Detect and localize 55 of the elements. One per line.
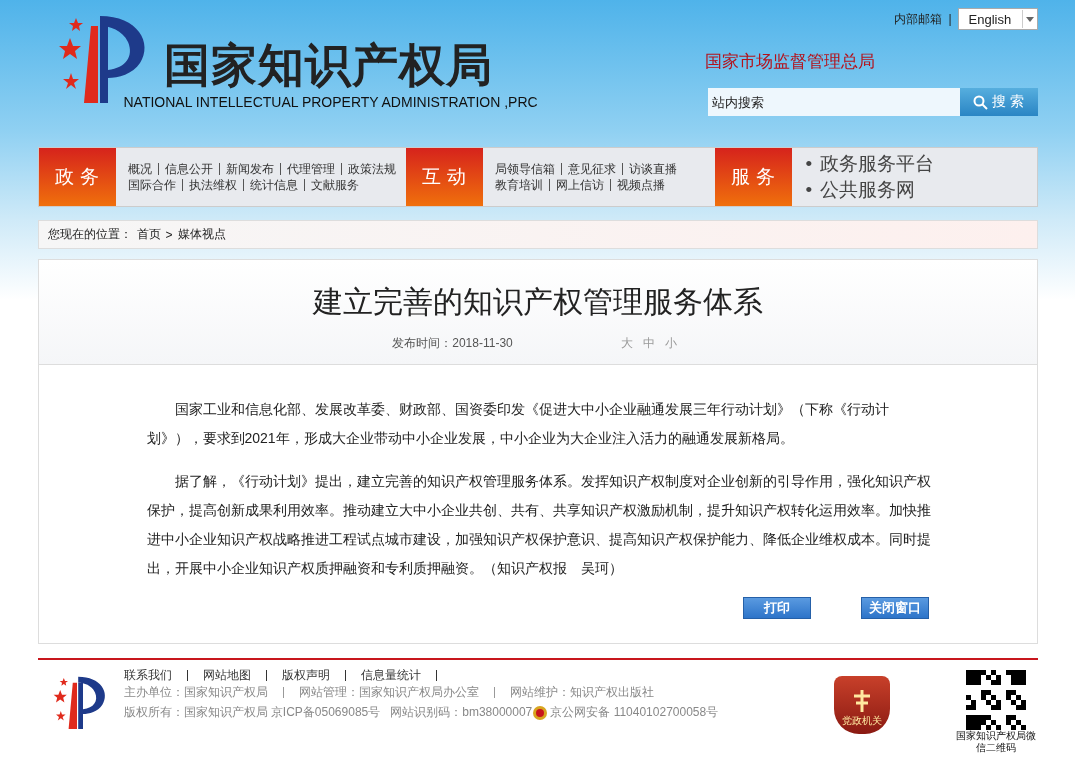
article-title: 建立完善的知识产权管理服务体系 bbox=[312, 283, 763, 321]
bullet-mark: • bbox=[805, 152, 813, 176]
nav-link[interactable]: 意见征求 bbox=[560, 163, 622, 175]
nav-section-tab[interactable]: 政 务 bbox=[38, 148, 116, 206]
nav-section-tab[interactable]: 服 务 bbox=[714, 148, 792, 206]
breadcrumb-link[interactable]: 首页 bbox=[136, 226, 161, 243]
nav-link[interactable]: 执法维权 bbox=[181, 179, 243, 191]
nav-link[interactable]: 网上信访 bbox=[548, 179, 610, 191]
article-paragraph: 国家工业和信息化部、发展改革委、财政部、国资委印发《促进大中小企业融通发展三年行动计划》（下称《行动计划》），要求到2021年，形成大企业带动中小企业发展，中小企业为大企业注入活力的融通发展新格局。 bbox=[146, 400, 890, 448]
party-government-badge[interactable]: 党政机关 bbox=[833, 676, 890, 734]
site-id-text: 网站识别码：bm38000007 bbox=[390, 704, 533, 721]
nav-link[interactable]: 视频点播 bbox=[609, 179, 671, 191]
caret-icon bbox=[1025, 16, 1034, 22]
parent-org-title: 国家市场监督管理总局 bbox=[704, 51, 875, 73]
nav-link[interactable]: 代理管理 bbox=[279, 163, 341, 175]
nav-link[interactable]: 国际合作 bbox=[127, 179, 182, 191]
language-dropdown[interactable]: English bbox=[957, 8, 1038, 30]
service-link[interactable]: 公共服务网 bbox=[820, 177, 916, 203]
nav-link[interactable]: 统计信息 bbox=[242, 179, 304, 191]
footer-info: 网站管理：国家知识产权局办公室 bbox=[283, 687, 495, 698]
nav-link[interactable]: 局领导信箱 bbox=[494, 163, 561, 175]
qr-code-icon bbox=[965, 670, 1026, 730]
search-field[interactable]: 站内搜索 bbox=[707, 88, 960, 116]
nav-link[interactable]: 新闻发布 bbox=[218, 163, 280, 175]
nav-link[interactable]: 政策法规 bbox=[340, 163, 402, 175]
footer-link[interactable]: 信息量统计 bbox=[345, 670, 437, 681]
footer-link[interactable]: 版权声明 bbox=[266, 670, 346, 681]
nav-link[interactable]: 访谈直播 bbox=[621, 163, 683, 175]
nav-section-tab[interactable]: 互 动 bbox=[405, 148, 483, 206]
breadcrumb-separator: > bbox=[165, 227, 173, 242]
footer-link[interactable]: 网站地图 bbox=[187, 670, 267, 681]
breadcrumb-label: 您现在的位置： bbox=[47, 226, 132, 243]
nav-link[interactable]: 文献服务 bbox=[303, 179, 365, 191]
footer-link[interactable]: 联系我们 bbox=[123, 670, 188, 681]
action-button[interactable]: 关闭窗口 bbox=[860, 597, 929, 619]
action-button[interactable]: 打印 bbox=[742, 597, 811, 619]
bullet-mark: • bbox=[805, 178, 813, 202]
service-link[interactable]: 政务服务平台 bbox=[820, 151, 935, 177]
publish-date: 发布时间：2018-11-30 bbox=[392, 335, 513, 352]
mail-link[interactable]: 内部邮箱 bbox=[894, 10, 943, 28]
search-icon bbox=[973, 94, 989, 110]
nav-link[interactable]: 教育培训 bbox=[494, 179, 549, 191]
footer-info: 网站维护：知识产权出版社 bbox=[508, 687, 655, 698]
qr-caption: 国家知识产权局微信二维码 bbox=[954, 730, 1037, 754]
article-paragraph: 据了解，《行动计划》提出，建立完善的知识产权管理服务体系。发挥知识产权制度对企业创新的引导作用，强化知识产权保护，提高创新成果利用效率。推动建立大中小企业共创、共有、共享知识产权激励机制，提升知识产权转化运用效率。加快推进中小企业知识产权战略推进工程试点城市建设，加强知识产权保护意识、提高知识产权保护能力、降低企业维权成本。同时提出，开展中小企业知识产权质押融资和专利质押融资。（知识产权报 吴珂） bbox=[146, 472, 932, 578]
logo-subtitle: NATIONAL INTELLECTUAL PROPERTY ADMINISTRATION ,PRC bbox=[123, 94, 538, 110]
police-emblem-icon bbox=[532, 704, 549, 721]
breadcrumb-link[interactable]: 媒体视点 bbox=[177, 226, 226, 243]
nav-link[interactable]: 概况 bbox=[127, 163, 158, 175]
footer-info: 主办单位：国家知识产权局 bbox=[123, 687, 284, 698]
nav-link[interactable]: 信息公开 bbox=[157, 163, 219, 175]
police-record-link[interactable]: 京公网安备 11040102700058号 bbox=[550, 704, 719, 721]
separator: | bbox=[948, 12, 952, 26]
logo-title: 国家知识产权局 bbox=[163, 38, 494, 92]
copyright-text: 版权所有：国家知识产权局 京ICP备05069085号 bbox=[123, 704, 381, 721]
